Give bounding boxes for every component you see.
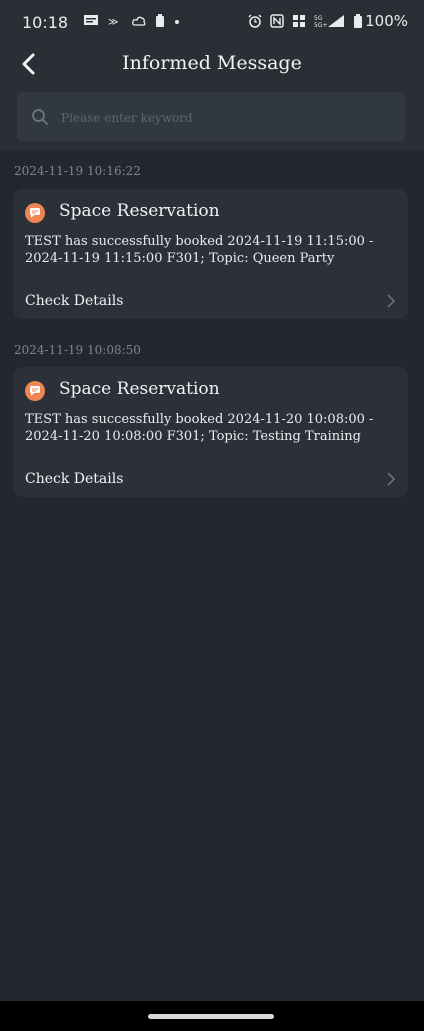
check-details-link[interactable]: Check Details: [25, 471, 123, 487]
message-title: Space Reservation: [59, 201, 220, 221]
status-bar: 10:18 ≫ 5G 5G+ 100%: [0, 0, 424, 44]
status-right-icons: 5G 5G+ 100%: [248, 12, 408, 30]
message-card[interactable]: Space Reservation TEST has successfully …: [13, 367, 408, 497]
message-title: Space Reservation: [59, 379, 220, 399]
svg-text:≫: ≫: [108, 17, 118, 27]
chevron-right-icon[interactable]: [386, 471, 396, 487]
alarm-icon: [248, 14, 262, 28]
message-badge: [25, 381, 45, 401]
battery-small-icon: [156, 14, 164, 27]
5g-signal-icon: 5G5G+: [314, 15, 345, 28]
sim-icon: ≫: [108, 17, 118, 27]
top-area: 10:18 ≫ 5G 5G+ 100% Informed Message: [0, 0, 424, 150]
message-card[interactable]: Space Reservation TEST has successfully …: [13, 189, 408, 319]
svg-text:5G+: 5G+: [314, 22, 328, 28]
dot-icon: [175, 19, 179, 24]
battery-icon: [354, 14, 363, 28]
chat-bubble-icon: [30, 208, 40, 218]
signal-hd-icon: [293, 15, 306, 27]
message-timestamp: 2024-11-19 10:16:22: [14, 164, 141, 178]
battery-indicator: 100%: [354, 12, 408, 30]
check-details-link[interactable]: Check Details: [25, 293, 123, 309]
message-body: TEST has successfully booked 2024-11-20 …: [25, 412, 374, 444]
search-box[interactable]: [17, 92, 405, 142]
message-badge: [25, 203, 45, 223]
chevron-right-icon[interactable]: [386, 293, 396, 309]
header-bar: Informed Message: [0, 44, 424, 86]
system-nav-bar: [0, 1001, 424, 1031]
message-icon: [84, 14, 98, 25]
message-timestamp: 2024-11-19 10:08:50: [14, 343, 141, 357]
message-body: TEST has successfully booked 2024-11-19 …: [25, 234, 374, 266]
chat-bubble-icon: [30, 386, 40, 396]
battery-percent: 100%: [365, 12, 408, 30]
nfc-icon: [270, 14, 284, 28]
status-time: 10:18: [22, 13, 69, 32]
home-gesture-handle[interactable]: [148, 1014, 274, 1019]
search-icon: [32, 109, 48, 125]
cloud-icon: [132, 16, 146, 26]
page-title: Informed Message: [122, 52, 302, 74]
search-input[interactable]: [59, 104, 393, 132]
svg-text:5G: 5G: [314, 15, 323, 22]
status-left-icons: ≫: [84, 14, 180, 27]
